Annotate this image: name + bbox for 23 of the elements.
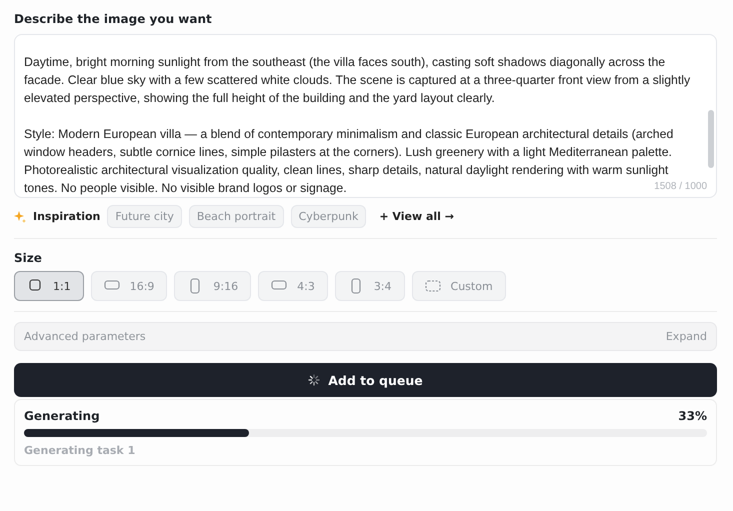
progress-title: Generating bbox=[24, 409, 100, 423]
view-all-link[interactable]: + View all → bbox=[373, 210, 460, 223]
task-status: Generating task 1 bbox=[24, 444, 136, 457]
size-option[interactable]: Custom bbox=[412, 271, 506, 301]
field-label: Describe the image you want bbox=[14, 12, 213, 26]
sparkle-icon bbox=[14, 210, 26, 222]
character-counter: 1508 / 1000 bbox=[654, 181, 707, 192]
spinner-icon bbox=[308, 374, 320, 386]
scrollbar-thumb[interactable] bbox=[708, 110, 714, 168]
size-option[interactable]: 1:1 bbox=[14, 271, 84, 301]
inspiration-chip[interactable]: Cyberpunk bbox=[290, 205, 366, 228]
inspiration-label: Inspiration bbox=[33, 210, 100, 223]
dashed-frame-icon bbox=[424, 278, 441, 294]
size-option[interactable]: 4:3 bbox=[258, 271, 328, 301]
section-label: Size bbox=[14, 251, 43, 265]
size-option[interactable]: 9:16 bbox=[174, 271, 252, 301]
inspiration-chip[interactable]: Future city bbox=[107, 205, 182, 228]
inspiration-chip[interactable]: Beach portrait bbox=[188, 205, 284, 228]
advanced-parameters-toggle[interactable]: Advanced parameters Expand bbox=[14, 322, 717, 351]
size-option[interactable]: 16:9 bbox=[90, 271, 168, 301]
size-option[interactable]: 3:4 bbox=[334, 271, 405, 301]
add-to-queue-button[interactable]: Add to queue bbox=[14, 363, 717, 397]
progress-percent: 33% bbox=[678, 409, 707, 423]
